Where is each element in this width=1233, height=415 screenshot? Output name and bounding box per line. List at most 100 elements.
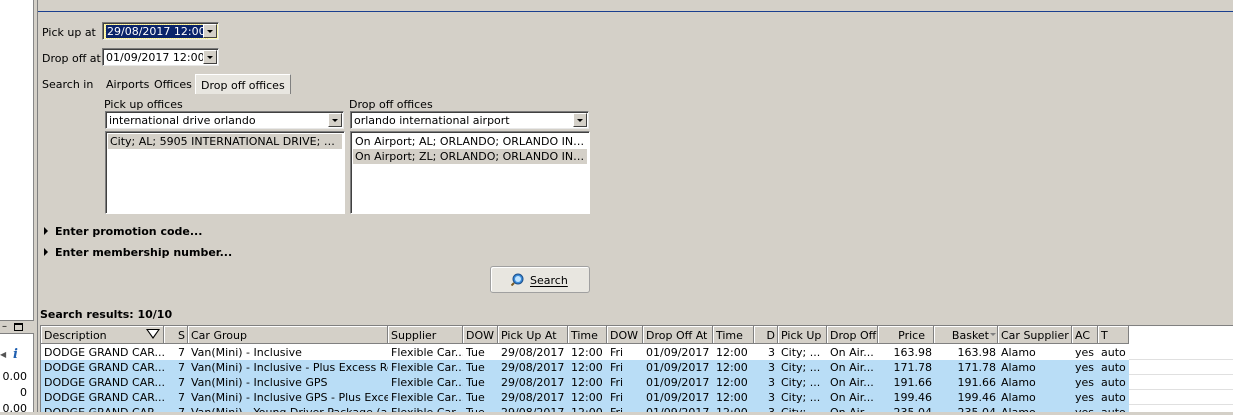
table-row[interactable]: DODGE GRAND CAR... 7 Van(Mini) - Inclusive… [41,375,1129,390]
row-filler [1129,405,1233,412]
cell-dropoff-location: On Air... [830,361,874,374]
cell-ac: yes [1075,391,1095,404]
minimize-icon[interactable]: – [2,322,10,332]
tab-airports[interactable]: Airports [101,74,154,94]
results-grid[interactable]: Description S Car Group Supplier DOW Pic… [40,325,1233,412]
cell-ac: yes [1075,361,1095,374]
cell-car-supplier: Alamo [1001,391,1036,404]
filter-icon[interactable] [146,329,160,339]
cell-pickup-date: 29/08/2017 [501,346,565,359]
column-header-dropoff-at[interactable]: Drop Off At [643,326,713,344]
cell-days: 3 [768,376,775,389]
cell-dropoff-time: 12:00 [713,405,754,412]
column-header-drop-off[interactable]: Drop Off [827,326,878,344]
chevron-down-icon[interactable] [328,113,342,127]
panel-value: 0.00 [2,402,28,415]
top-divider [38,11,1233,12]
grid-header: Description S Car Group Supplier DOW Pic… [41,326,1129,344]
column-header-ac[interactable]: AC [1072,326,1098,344]
cell-description: DODGE GRAND CAR... [41,405,164,412]
dropoff-offices-label: Drop off offices [349,98,433,111]
column-header-dropoff-time[interactable]: Time [713,326,754,344]
cell-description: DODGE GRAND CAR... [44,391,164,404]
cell-description: DODGE GRAND CAR... [44,376,164,389]
table-row[interactable]: DODGE GRAND CAR... 7 Van(Mini) - Inclusive… [41,345,1129,360]
column-header-description[interactable]: Description [41,326,164,344]
cell-pickup-dow: Tue [466,376,485,389]
dropoff-datetime-input[interactable]: 01/09/2017 12:00 [102,48,219,66]
cell-car-supplier: Alamo [998,405,1072,412]
panel-value: 0 [20,386,27,399]
cell-price: 191.66 [893,376,933,389]
pickup-datetime-input[interactable]: 29/08/2017 12:00 [102,22,219,40]
tab-offices[interactable]: Offices [149,74,197,94]
membership-number-expander[interactable]: Enter membership number... [44,246,232,259]
search-icon [511,273,524,286]
pickup-at-label: Pick up at [42,26,96,39]
column-header-basket[interactable]: Basket [934,326,998,344]
row-filler [1129,375,1233,390]
column-header-transmission[interactable]: T [1098,326,1129,344]
chevron-right-icon [44,227,48,235]
info-icon[interactable]: i [13,347,18,362]
column-header-pickup-time[interactable]: Time [568,326,607,344]
membership-number-label: Enter membership number... [55,246,233,259]
maximize-icon[interactable] [14,323,23,331]
chevron-down-icon[interactable] [573,113,587,127]
column-header-pickup-at[interactable]: Pick Up At [498,326,568,344]
cell-pickup-location: City; ... [781,361,821,374]
cell-pickup-date: 29/08/2017 [501,391,565,404]
cell-dropoff-time: 12:00 [716,361,748,374]
column-header-dropoff-dow[interactable]: DOW [607,326,643,344]
cell-price: 171.78 [893,361,933,374]
left-side-panel: – ◀ i 0.00 0 0.00 [0,0,34,415]
cell-car-group: Van(Mini) - Young Driver Package (ag... [188,405,388,412]
chevron-down-icon[interactable] [203,24,217,38]
cell-pickup-dow: Tue [466,391,485,404]
list-item[interactable]: On Airport; ZL; ORLANDO; ORLANDO INTER..… [353,149,587,164]
pickup-offices-list[interactable]: City; AL; 5905 INTERNATIONAL DRIVE; FLO.… [105,131,345,214]
cell-dropoff-date: 01/09/2017 [646,391,710,404]
arrow-left-icon: ◀ [0,350,7,359]
table-row[interactable]: DODGE GRAND CAR... 7 Van(Mini) - Inclusive… [41,360,1129,375]
table-row[interactable]: DODGE GRAND CAR...7Van(Mini) - Young Dri… [41,405,1129,412]
row-filler [1129,360,1233,375]
search-in-label: Search in [42,78,94,91]
cell-seats: 7 [178,376,185,389]
cell-dropoff-dow: Fri [610,346,624,359]
list-item[interactable]: On Airport; AL; ORLANDO; ORLANDO INTER..… [353,134,587,149]
promotion-code-expander[interactable]: Enter promotion code... [44,225,202,238]
cell-days: 3 [768,361,775,374]
cell-pickup-dow: Tue [466,346,485,359]
cell-ac: yes [1072,405,1098,412]
column-header-pick-up[interactable]: Pick Up [778,326,827,344]
cell-supplier: Flexible Car... [391,391,463,404]
table-row[interactable]: DODGE GRAND CAR... 7 Van(Mini) - Inclusive… [41,390,1129,405]
cell-description: DODGE GRAND CAR... [44,361,164,374]
row-filler [1129,345,1233,360]
cell-pickup-dow: Tue [463,405,498,412]
column-header-pickup-dow[interactable]: DOW [463,326,498,344]
cell-supplier: Flexible Car... [388,405,463,412]
cell-dropoff-date: 01/09/2017 [646,376,710,389]
column-header-supplier[interactable]: Supplier [388,326,463,344]
pickup-offices-search-input[interactable]: international drive orlando [105,111,344,129]
dropoff-offices-search-input[interactable]: orlando international airport [350,111,589,129]
splitter[interactable] [34,0,38,412]
panel-value: 0.00 [2,370,28,383]
cell-pickup-location: City; ... [781,391,821,404]
column-header-car-supplier[interactable]: Car Supplier [998,326,1072,344]
column-header-price[interactable]: Price [878,326,934,344]
dropoff-offices-list[interactable]: On Airport; AL; ORLANDO; ORLANDO INTER..… [350,131,590,214]
cell-transmission: auto [1101,391,1126,404]
tab-drop-off-offices[interactable]: Drop off offices [195,74,291,94]
cell-ac: yes [1075,346,1095,359]
column-header-days[interactable]: D [754,326,778,344]
dropoff-at-label: Drop off at [42,52,101,65]
column-header-car-group[interactable]: Car Group [188,326,388,344]
search-button[interactable]: Search [490,266,590,293]
chevron-down-icon[interactable] [203,50,217,64]
cell-ac: yes [1075,376,1095,389]
column-header-s[interactable]: S [164,326,188,344]
list-item[interactable]: City; AL; 5905 INTERNATIONAL DRIVE; FLO.… [108,134,342,149]
